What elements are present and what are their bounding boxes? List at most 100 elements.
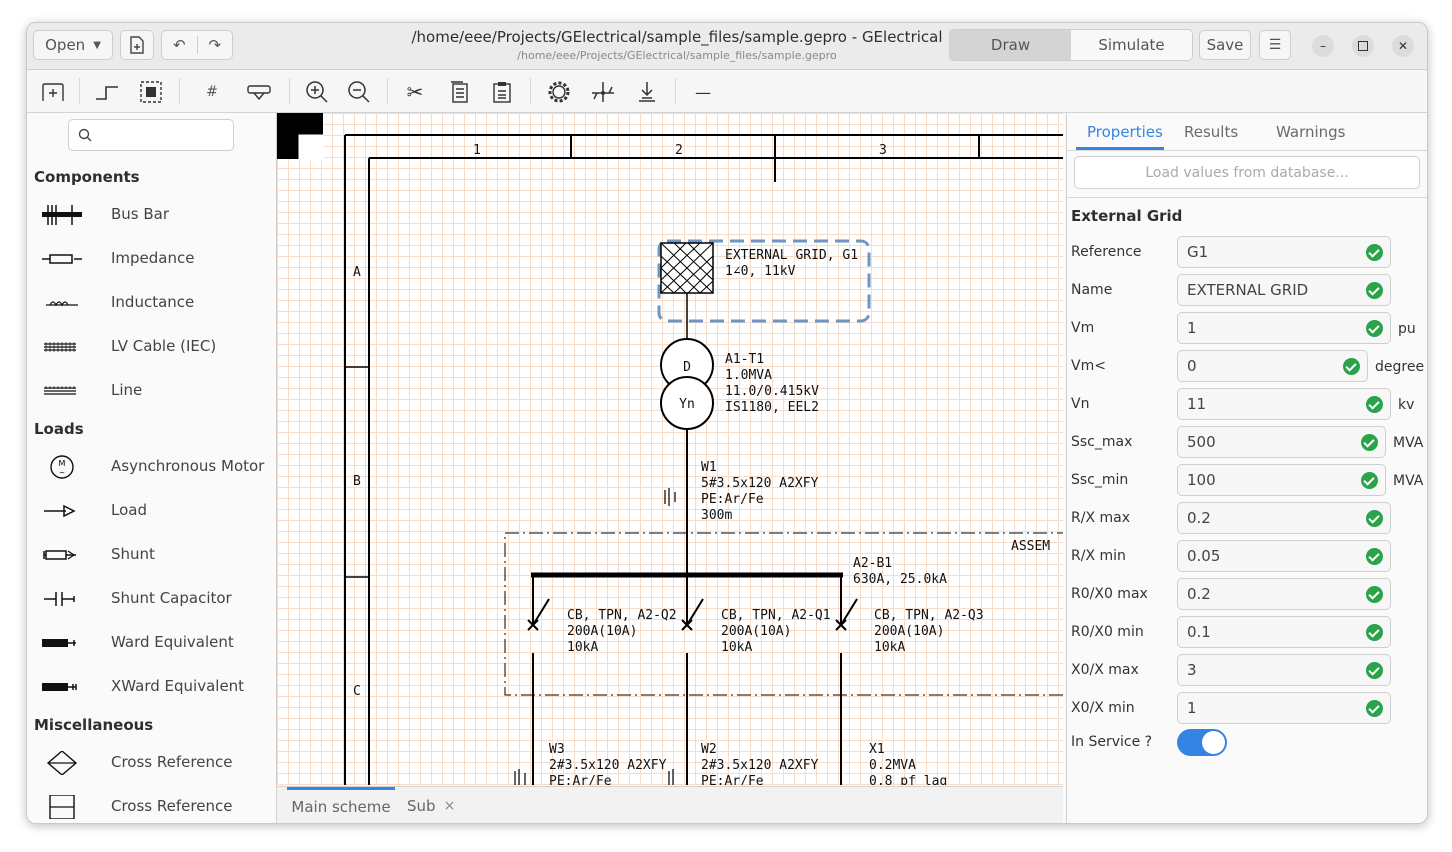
network-button[interactable] [589, 78, 617, 106]
cross-reference-diamond-icon [46, 751, 78, 775]
load-database-button[interactable]: Load values from database... [1074, 156, 1420, 189]
w3-pe: PE:Ar/Fe [549, 774, 612, 785]
row-dividers [345, 366, 369, 578]
w3-ref: W3 [549, 742, 565, 757]
x0x-max-field[interactable]: 3 [1177, 654, 1391, 686]
export-button[interactable] [633, 78, 661, 106]
component-impedance[interactable]: Impedance [27, 237, 275, 281]
cut-button[interactable]: ✂ [401, 78, 429, 106]
add-page-button[interactable] [39, 78, 67, 106]
redo-icon[interactable]: ↷ [198, 36, 233, 54]
ssc-min-field[interactable]: 100 [1177, 464, 1386, 496]
close-tab-icon[interactable]: × [444, 798, 456, 814]
component-shunt-capacitor[interactable]: Shunt Capacitor [27, 577, 275, 621]
field-value: 0.1 [1187, 623, 1211, 641]
shunt-icon [43, 550, 76, 560]
component-heading: External Grid [1071, 207, 1183, 225]
component-label: Line [111, 381, 143, 399]
schematic-canvas[interactable]: 1 2 3 A B C EXTERNAL GRID, G1 1∠0, 11kV … [277, 113, 1063, 785]
close-window-button[interactable]: ✕ [1392, 35, 1414, 57]
network-icon [592, 82, 614, 102]
open-label: Open [45, 36, 86, 54]
inductance-icon [46, 301, 78, 307]
tab-properties[interactable]: Properties [1087, 123, 1163, 141]
component-ward-equivalent[interactable]: Ward Equivalent [27, 621, 275, 665]
ssc-max-field[interactable]: 500 [1177, 426, 1386, 458]
rx-min-field[interactable]: 0.05 [1177, 540, 1391, 572]
minimize-icon: – [1320, 39, 1326, 53]
component-cross-reference[interactable]: Cross Reference [27, 741, 275, 785]
svg-text:~: ~ [59, 469, 65, 477]
component-lv-cable[interactable]: LV Cable (IEC) [27, 325, 275, 369]
x0x-min-field[interactable]: 1 [1177, 692, 1391, 724]
field-label-ssc-min: Ssc_min [1071, 472, 1129, 488]
tab-warnings[interactable]: Warnings [1276, 123, 1346, 141]
component-inductance[interactable]: Inductance [27, 281, 275, 325]
in-service-toggle[interactable] [1177, 729, 1227, 756]
r0x0-min-field[interactable]: 0.1 [1177, 616, 1391, 648]
paste-button[interactable] [488, 78, 516, 106]
lv-cable-icon [44, 342, 76, 352]
select-area-button[interactable] [137, 78, 165, 106]
component-xward-equivalent[interactable]: XWard Equivalent [27, 665, 275, 709]
draw-wire-button[interactable] [93, 78, 121, 106]
unit-vm-angle: degree [1375, 359, 1425, 375]
component-label: Asynchronous Motor [111, 457, 265, 475]
open-button[interactable]: Open ▼ [33, 30, 113, 60]
undo-icon[interactable]: ↶ [162, 36, 198, 54]
name-field[interactable]: EXTERNAL GRID [1177, 274, 1391, 306]
rx-max-field[interactable]: 0.2 [1177, 502, 1391, 534]
vm-field[interactable]: 1 [1177, 312, 1391, 344]
search-input[interactable] [68, 119, 234, 151]
bus-rating: 630A, 25.0kA [853, 572, 947, 587]
zoom-out-button[interactable] [345, 78, 373, 106]
settings-button[interactable] [545, 78, 573, 106]
tab-results[interactable]: Results [1184, 123, 1238, 141]
component-label: XWard Equivalent [111, 677, 245, 695]
maximize-icon [1358, 41, 1368, 51]
field-label-r0x0-min: R0/X0 min [1071, 624, 1144, 640]
tab-label: Sub [407, 796, 436, 815]
copy-button[interactable] [445, 78, 473, 106]
save-button[interactable]: Save [1199, 30, 1251, 60]
simulate-mode-button[interactable]: Simulate [1071, 30, 1192, 60]
vn-field[interactable]: 11 [1177, 388, 1391, 420]
link-button[interactable] [245, 78, 273, 106]
zoom-in-button[interactable] [303, 78, 331, 106]
field-label-x0x-min: X0/X min [1071, 700, 1135, 716]
component-load[interactable]: Load [27, 489, 275, 533]
add-page-icon [42, 83, 64, 101]
ward-icon [42, 639, 76, 647]
maximize-window-button[interactable] [1352, 35, 1374, 57]
zoom-in-icon [306, 81, 328, 103]
motor-icon: M~ [50, 455, 74, 479]
w2-spec: 2#3.5x120 A2XFY [701, 758, 819, 773]
component-cross-reference-box[interactable]: Cross Reference [27, 785, 275, 823]
toggle-grid-button[interactable]: # [198, 78, 226, 106]
reference-field[interactable]: G1 [1177, 236, 1391, 268]
field-value: 100 [1187, 471, 1216, 489]
unit-vn: kv [1398, 397, 1415, 413]
undo-redo-group: ↶ ↷ [161, 30, 233, 60]
r0x0-max-field[interactable]: 0.2 [1177, 578, 1391, 610]
cb2-name: CB, TPN, A2-Q1 [721, 608, 831, 623]
cb2-breaking: 10kA [721, 640, 752, 655]
minimize-window-button[interactable]: – [1312, 35, 1334, 57]
x1-rating: 0.2MVA [869, 758, 916, 773]
draw-mode-button[interactable]: Draw [950, 30, 1071, 60]
properties-panel: Properties Results Warnings Load values … [1066, 113, 1427, 823]
main-menu-button[interactable]: ☰ [1259, 30, 1291, 60]
component-shunt[interactable]: Shunt [27, 533, 275, 577]
w2-pe: PE:Ar/Fe [701, 774, 764, 785]
check-icon [1361, 472, 1378, 489]
vm-angle-field[interactable]: 0 [1177, 350, 1368, 382]
component-bus-bar[interactable]: Bus Bar [27, 193, 275, 237]
new-file-button[interactable] [120, 30, 154, 60]
bus-ref: A2-B1 [853, 556, 892, 571]
external-grid-symbol [660, 242, 714, 294]
minimize-panel-button[interactable]: — [689, 78, 717, 106]
component-line[interactable]: Line [27, 369, 275, 413]
tab-main-scheme[interactable]: Main scheme [287, 787, 395, 823]
component-async-motor[interactable]: M ~ Asynchronous Motor [27, 445, 275, 489]
tab-sub[interactable]: Sub × [407, 787, 467, 823]
